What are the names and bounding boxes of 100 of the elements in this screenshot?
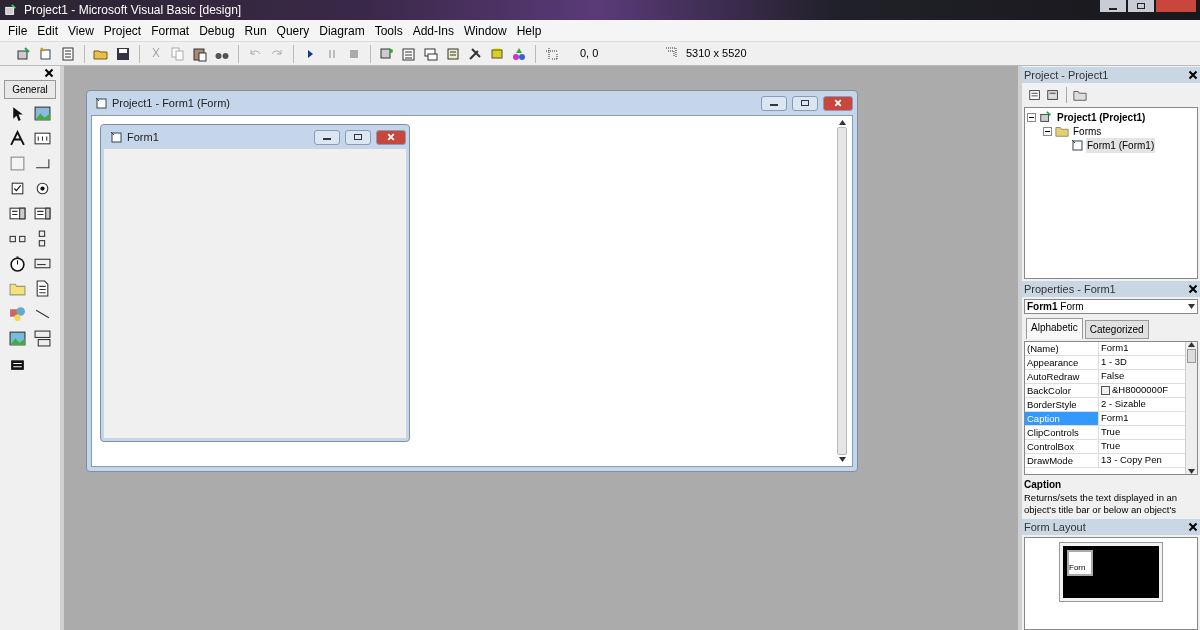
form-preview-caption: Forn: [1069, 562, 1086, 574]
property-name[interactable]: Appearance: [1025, 356, 1099, 369]
menu-item[interactable]: Tools: [374, 21, 403, 40]
size-readout: 5310 x 5520: [686, 46, 747, 62]
properties-tab[interactable]: Categorized: [1084, 320, 1149, 339]
minimize-button[interactable]: [314, 129, 340, 145]
property-name[interactable]: BorderStyle: [1025, 398, 1099, 411]
position-icon[interactable]: [544, 45, 560, 62]
property-name[interactable]: (Name): [1025, 342, 1099, 355]
properties-tab[interactable]: Alphabetic: [1026, 318, 1083, 339]
tree-item[interactable]: Project1 (Project1): [1056, 109, 1147, 125]
minimize-button[interactable]: [761, 95, 787, 111]
close-icon: [387, 133, 395, 141]
restore-button[interactable]: [1128, 0, 1154, 12]
text-box-icon[interactable]: [34, 130, 51, 147]
menu-item[interactable]: Format: [151, 21, 190, 40]
form-icon: [1071, 139, 1083, 151]
property-name[interactable]: DrawMode: [1025, 454, 1099, 467]
list-box-icon[interactable]: [34, 205, 51, 222]
close-icon[interactable]: [44, 68, 54, 78]
vertical-scrollbar[interactable]: [1185, 342, 1197, 474]
scroll-down-arrow[interactable]: [838, 457, 846, 462]
tree-item[interactable]: Forms: [1072, 123, 1103, 139]
form-preview[interactable]: Forn: [1067, 550, 1093, 576]
menu-item[interactable]: View: [68, 21, 94, 40]
designer-title: Project1 - Form1 (Form): [112, 95, 231, 111]
object-browser-icon[interactable]: [445, 45, 461, 62]
vertical-scrollbar[interactable]: [836, 120, 848, 462]
data-control-icon[interactable]: [34, 330, 51, 347]
property-value[interactable]: False: [1101, 369, 1125, 384]
close-icon[interactable]: [1188, 70, 1198, 80]
scroll-up-arrow[interactable]: [1188, 342, 1195, 347]
property-value[interactable]: Form1: [1101, 411, 1129, 426]
close-button[interactable]: [376, 129, 406, 145]
help-text: Returns/sets the text displayed in an object's title bar or below an object's: [1024, 492, 1179, 516]
combo-box-icon[interactable]: [9, 205, 26, 222]
form-caption: Form1: [127, 129, 160, 145]
menu-item[interactable]: Diagram: [319, 21, 365, 40]
project-explorer-icon[interactable]: [379, 45, 395, 62]
menu-item[interactable]: Run: [244, 21, 267, 40]
collapse-toggle[interactable]: [1043, 126, 1052, 136]
property-name[interactable]: AutoRedraw: [1025, 370, 1099, 383]
toolbox-tab[interactable]: General: [4, 80, 56, 99]
property-value[interactable]: True: [1101, 425, 1121, 440]
scroll-up-arrow[interactable]: [838, 120, 846, 125]
collapse-toggle[interactable]: [1027, 112, 1036, 122]
add-form-icon[interactable]: [38, 45, 54, 62]
folder-icon[interactable]: [1073, 88, 1087, 102]
menu-item[interactable]: Add-Ins: [412, 21, 454, 40]
menu-item[interactable]: Project: [103, 21, 142, 40]
property-value[interactable]: 1 - 3D: [1101, 355, 1127, 370]
picture-box-icon[interactable]: [34, 105, 51, 122]
paste-icon[interactable]: [192, 45, 208, 62]
menu-item[interactable]: File: [8, 21, 28, 40]
shapes-icon[interactable]: [9, 305, 26, 322]
maximize-button[interactable]: [792, 95, 818, 111]
property-name[interactable]: BackColor: [1025, 384, 1099, 397]
property-value[interactable]: 13 - Copy Pen: [1101, 453, 1162, 468]
menu-item[interactable]: Query: [276, 21, 310, 40]
panel-title: Properties - Form1: [1024, 281, 1116, 297]
scroll-down-arrow[interactable]: [1188, 469, 1195, 474]
project-icon[interactable]: [1039, 110, 1053, 124]
view-object-icon[interactable]: [1046, 88, 1060, 102]
properties-icon[interactable]: [401, 45, 417, 62]
menu-item[interactable]: Debug: [199, 21, 235, 40]
tree-item[interactable]: Form1 (Form1): [1086, 137, 1156, 153]
save-icon[interactable]: [115, 45, 131, 62]
property-value[interactable]: &H8000000F: [1112, 383, 1168, 398]
stopwatch-icon[interactable]: [9, 255, 26, 272]
add-project-icon[interactable]: [16, 45, 32, 62]
data-view-icon[interactable]: [489, 45, 505, 62]
menu-item[interactable]: Window: [464, 21, 507, 40]
letter-a-icon[interactable]: [9, 130, 26, 147]
minimize-button[interactable]: [1100, 0, 1126, 12]
close-icon[interactable]: [1188, 522, 1198, 532]
property-value[interactable]: True: [1101, 439, 1121, 454]
radio-button-icon[interactable]: [34, 180, 51, 197]
property-name[interactable]: ControlBox: [1025, 440, 1099, 453]
view-code-icon[interactable]: [1028, 88, 1042, 102]
file-icon[interactable]: [34, 280, 51, 297]
property-value[interactable]: 2 - Sizable: [1101, 397, 1146, 412]
property-value[interactable]: Form1: [1101, 342, 1129, 356]
form-layout-icon[interactable]: [423, 45, 439, 62]
menu-editor-icon[interactable]: [60, 45, 76, 62]
close-icon[interactable]: [1188, 284, 1198, 294]
color-swatch: [1101, 386, 1110, 395]
menu-item[interactable]: Help: [516, 21, 542, 40]
image-icon[interactable]: [9, 330, 26, 347]
scrollbar-thumb[interactable]: [1187, 349, 1196, 363]
maximize-button[interactable]: [345, 129, 371, 145]
app-icon[interactable]: [4, 3, 18, 17]
dropdown-arrow[interactable]: [1188, 304, 1195, 309]
object-dropdown[interactable]: Form1 Form: [1024, 299, 1198, 314]
menu-item[interactable]: Edit: [37, 21, 59, 40]
tools-icon[interactable]: [467, 45, 483, 62]
checkbox-icon[interactable]: [9, 180, 26, 197]
position-readout: 0, 0: [580, 46, 600, 62]
property-name[interactable]: ClipControls: [1025, 426, 1099, 439]
form-icon: [110, 131, 122, 143]
close-button[interactable]: [823, 95, 853, 111]
